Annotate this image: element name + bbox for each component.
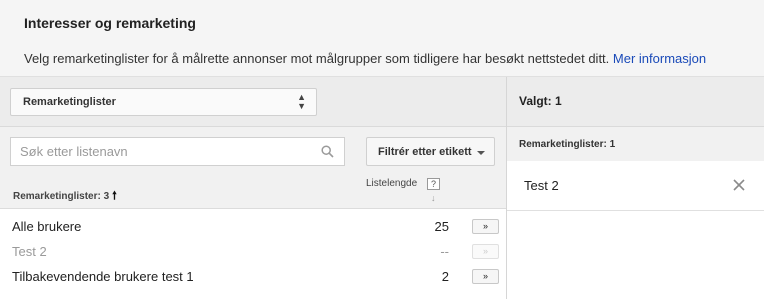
row-name: Alle brukere [12, 219, 82, 234]
filter-by-label-button[interactable]: Filtrér etter etikett [366, 137, 495, 166]
available-lists-panel: Remarketinglister ▲▼ Filtrér etter etike… [0, 77, 506, 299]
row-count: 25 [434, 219, 449, 234]
add-list-button: » [472, 244, 499, 259]
page-title: Interesser og remarketing [24, 15, 196, 31]
more-info-link[interactable]: Mer informasjon [613, 51, 706, 66]
arrow-up-icon: 🠕 [112, 190, 117, 202]
close-icon[interactable] [732, 178, 746, 192]
selected-count-title: Valgt: 1 [519, 94, 562, 108]
row-name: Test 2 [12, 244, 47, 259]
sort-arrows-icon: ▲ ▼ [297, 92, 306, 111]
add-list-button[interactable]: » [472, 219, 499, 234]
column-header-length[interactable]: Listelengde [366, 178, 417, 189]
arrow-down-icon: ↓ [431, 193, 436, 203]
description-text: Velg remarketinglister for å målrette an… [24, 51, 610, 66]
selected-subheader-label: Remarketinglister: 1 [519, 139, 616, 150]
selected-empty-area [507, 211, 764, 299]
selected-lists-panel: Valgt: 1 Remarketinglister: 1 Test 2 [506, 77, 764, 299]
list-type-select-value: Remarketinglister [23, 96, 116, 108]
column-header-name-label: Remarketinglister: 3 [13, 191, 110, 202]
search-icon[interactable] [321, 145, 334, 158]
selected-header: Valgt: 1 [507, 77, 764, 127]
table-row: Tilbakevendende brukere test 1 2 » [0, 264, 506, 289]
table-row: Alle brukere 25 » [0, 214, 506, 239]
row-count: 2 [441, 269, 449, 284]
caret-down-icon [477, 151, 485, 155]
column-header-name[interactable]: Remarketinglister: 3 🠕 [13, 187, 117, 206]
row-name: Tilbakevendende brukere test 1 [12, 269, 194, 284]
table-header: Remarketinglister: 3 🠕 Listelengde ? ↓ [0, 175, 506, 209]
search-input[interactable] [11, 138, 311, 165]
row-count: -- [440, 244, 449, 259]
selected-subheader: Remarketinglister: 1 [507, 127, 764, 161]
page-header: Interesser og remarketing Velg remarketi… [0, 0, 764, 77]
filter-bar: Filtrér etter etikett [0, 127, 506, 175]
add-list-button[interactable]: » [472, 269, 499, 284]
table-row: Test 2 -- » [0, 239, 506, 264]
selected-list-item: Test 2 [507, 161, 764, 211]
search-box [10, 137, 345, 166]
help-icon[interactable]: ? [427, 178, 440, 190]
filter-button-label: Filtrér etter etikett [378, 146, 472, 158]
header-description: Velg remarketinglister for å målrette an… [24, 51, 706, 66]
list-type-bar: Remarketinglister ▲ ▼ [0, 77, 506, 127]
selected-list-name: Test 2 [524, 178, 559, 193]
list-type-select[interactable]: Remarketinglister ▲ ▼ [10, 88, 317, 116]
